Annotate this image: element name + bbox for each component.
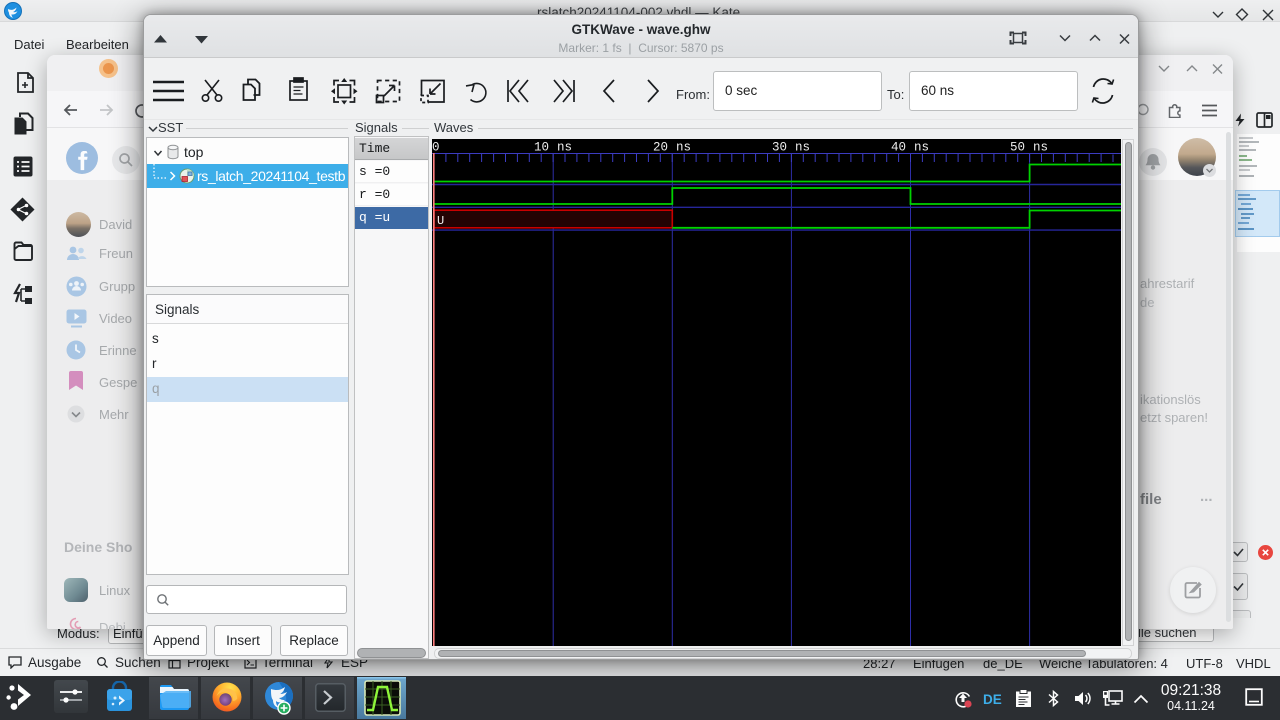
svg-text:ns: ns [795,141,810,155]
svg-text:20: 20 [653,141,668,155]
svg-text:50: 50 [1010,141,1025,155]
svg-text:ns: ns [676,141,691,155]
svg-text:ns: ns [914,141,929,155]
svg-text:ns: ns [1033,141,1048,155]
svg-text:30: 30 [772,141,787,155]
svg-text:U: U [437,214,444,228]
svg-text:0: 0 [432,141,440,155]
svg-text:40: 40 [891,141,906,155]
svg-text:10: 10 [534,141,549,155]
svg-text:ns: ns [557,141,572,155]
